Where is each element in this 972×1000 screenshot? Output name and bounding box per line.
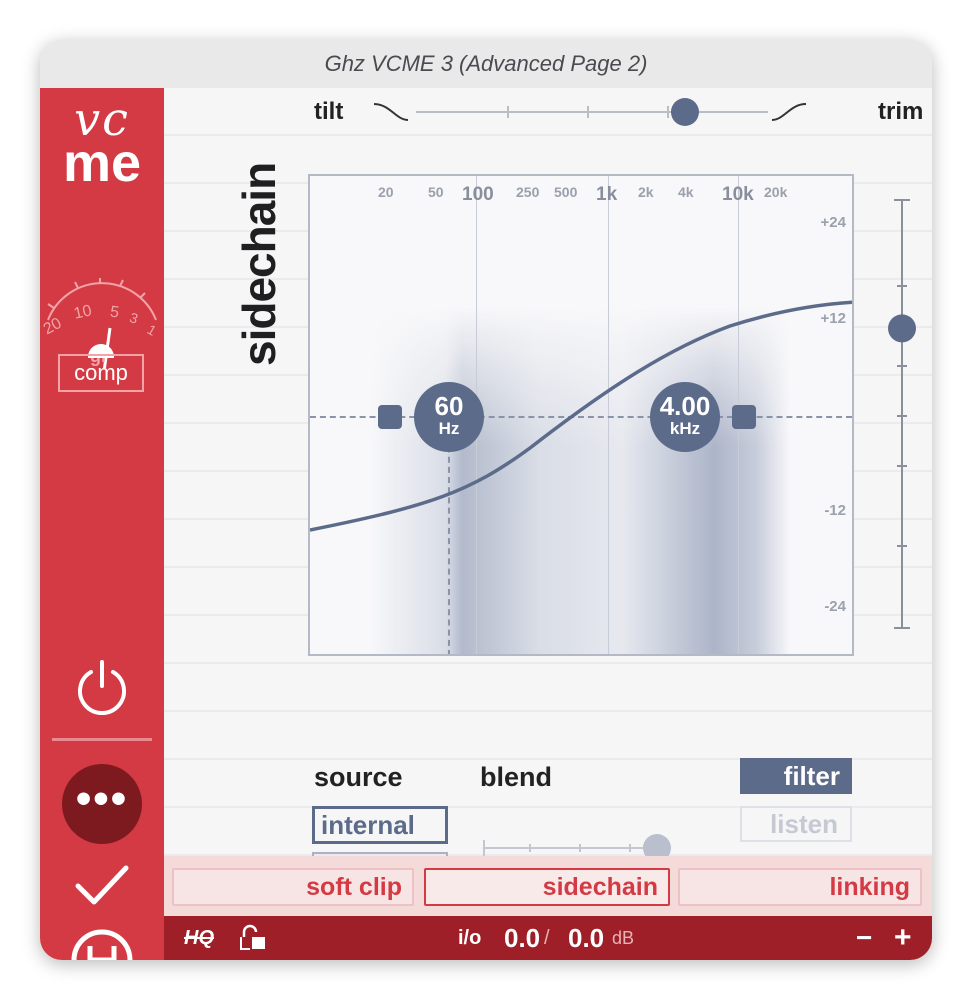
filter-button[interactable]: filter — [740, 758, 852, 794]
zoom-in-button[interactable]: + — [894, 916, 912, 960]
input-level[interactable]: 0.0 — [504, 916, 540, 960]
source-label: source — [314, 762, 403, 792]
zoom-out-button[interactable]: − — [856, 916, 872, 960]
hq-toggle[interactable]: HQ — [184, 916, 214, 960]
meter-tick-20: 20 — [40, 314, 65, 339]
trim-knob[interactable] — [888, 314, 916, 343]
meter-tick-5: 5 — [108, 303, 121, 322]
eq-graph[interactable]: 20 50 100 250 500 1k 2k 4k 10k 20k +24 +… — [308, 174, 854, 656]
more-icon[interactable]: ••• — [62, 764, 142, 844]
blend-knob[interactable] — [642, 834, 671, 856]
source-internal-button[interactable]: internal — [312, 806, 448, 844]
meter-tick-3: 3 — [127, 309, 141, 327]
lock-open-icon[interactable] — [238, 923, 268, 953]
page-tabs: soft clip sidechain linking — [164, 856, 932, 916]
db-unit: dB — [612, 928, 635, 948]
logo-me: me — [62, 133, 142, 193]
low-band-unit: Hz — [438, 419, 460, 438]
tab-linking[interactable]: linking — [678, 868, 922, 906]
output-level[interactable]: 0.0 — [568, 916, 604, 960]
trim-label: trim — [878, 98, 924, 125]
sidechain-page: sidechain tilt trim 20 50 100 250 — [164, 88, 932, 856]
meter-tick-1: 1 — [144, 321, 160, 339]
high-band-unit: kHz — [669, 419, 701, 438]
meter-tick-10: 10 — [72, 302, 94, 323]
tilt-slider[interactable] — [368, 92, 808, 132]
status-bar: HQ i/o 0.0 / 0.0 dB − + — [164, 916, 932, 960]
sidebar-divider — [52, 738, 152, 741]
tab-sidechain[interactable]: sidechain — [424, 868, 670, 906]
tilt-label: tilt — [314, 98, 344, 125]
tab-soft-clip[interactable]: soft clip — [172, 868, 414, 906]
io-label: i/o — [458, 927, 482, 949]
io-separator: / — [544, 927, 550, 949]
high-cut-handle[interactable] — [732, 405, 756, 429]
high-band-value: 4.00 — [659, 391, 711, 421]
trim-slider[interactable] — [882, 196, 922, 636]
window-title: Ghz VCME 3 (Advanced Page 2) — [40, 40, 932, 89]
low-cut-handle[interactable] — [378, 405, 402, 429]
power-icon[interactable] — [72, 658, 132, 718]
low-band-value: 60 — [434, 391, 464, 421]
ghz-logo-icon[interactable] — [70, 928, 134, 960]
high-band-knob[interactable]: 4.00 kHz — [650, 382, 720, 452]
blend-label: blend — [480, 762, 552, 792]
blend-slider[interactable] — [480, 828, 680, 856]
listen-button[interactable]: listen — [740, 806, 852, 842]
sidechain-heading: sidechain — [232, 163, 286, 366]
tilt-knob[interactable] — [670, 98, 699, 126]
plugin-window: Ghz VCME 3 (Advanced Page 2) VC me 20 10… — [40, 40, 932, 960]
comp-mode-button[interactable]: comp — [58, 354, 144, 392]
check-icon[interactable] — [72, 860, 132, 910]
meter-scale: 20 10 5 3 1 — [40, 302, 164, 346]
sidebar: VC me 20 10 5 3 1 gr comp ••• — [40, 88, 164, 960]
low-band-knob[interactable]: 60 Hz — [414, 382, 484, 452]
